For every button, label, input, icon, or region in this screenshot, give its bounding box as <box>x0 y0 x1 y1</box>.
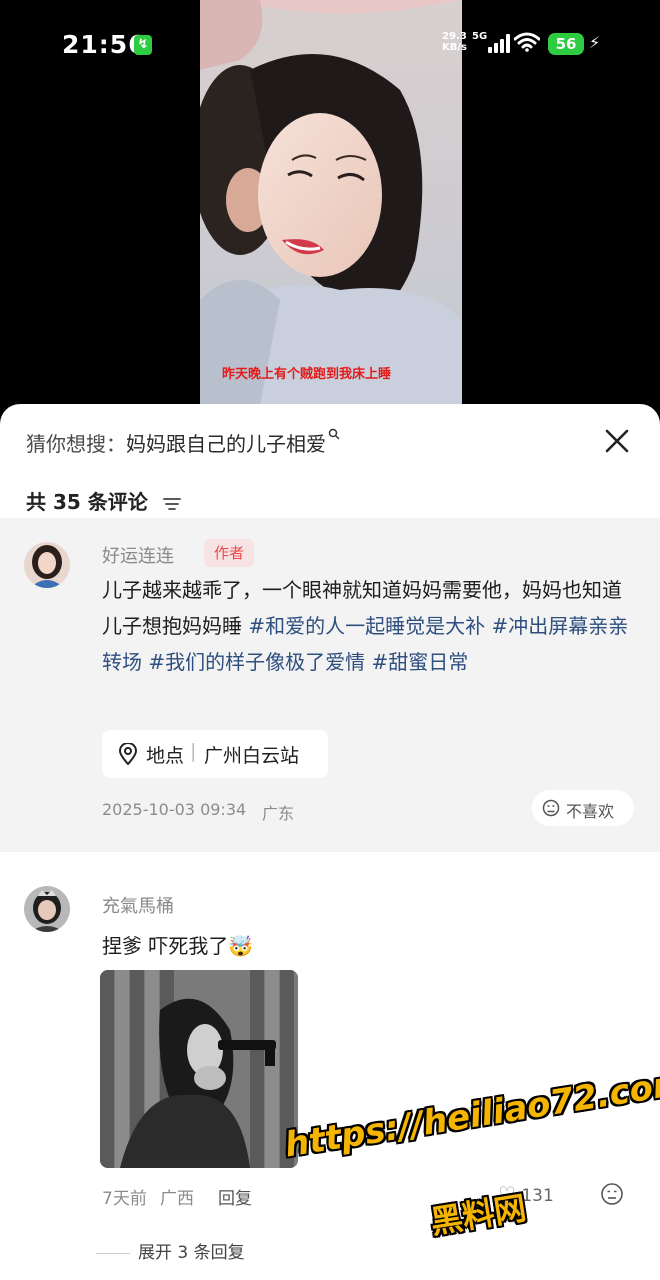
author-badge: 作者 <box>204 539 254 567</box>
comment-text: 捏爹 吓死我了🤯 <box>102 934 254 958</box>
location-pin-icon <box>118 743 138 765</box>
hashtag-link[interactable]: #和爱的人一起睡觉是大补 <box>248 614 491 638</box>
net-speed-unit: KB/s <box>442 42 467 53</box>
network-type: 5G <box>472 31 488 42</box>
location-label: 地点 <box>146 745 185 767</box>
bolt-icon: ⚡ <box>589 33 601 52</box>
comment-count-label: 共 35 条评论 <box>26 490 148 514</box>
comment-date: 2025-10-03 09:34 <box>102 800 247 819</box>
battery-level: 56 <box>548 33 584 55</box>
comment-image[interactable] <box>100 970 298 1168</box>
comment-region: 广东 <box>262 804 295 823</box>
reply-button[interactable]: 回复 <box>218 1184 252 1209</box>
expand-replies-label: 展开 3 条回复 <box>138 1243 245 1263</box>
hashtag-link[interactable]: #甜蜜日常 <box>371 650 468 674</box>
signal-icon <box>488 33 510 53</box>
comment-count: 共 35 条评论 <box>26 486 181 515</box>
hashtag-link[interactable]: #我们的样子像极了爱情 <box>148 650 371 674</box>
search-icon <box>328 428 340 440</box>
location-divider: | <box>190 740 197 762</box>
status-bar: 21:56 ↯ 29.3 KB/s 5G 56 ⚡ <box>0 0 660 90</box>
like-count: 131 <box>521 1186 554 1206</box>
video-caption: 昨天晚上有个贼跑到我床上睡 <box>222 367 392 382</box>
comment-time: 7天前 <box>102 1189 147 1209</box>
network-speed: 29.3 KB/s <box>442 31 467 53</box>
close-icon[interactable] <box>602 426 632 456</box>
comment-username[interactable]: 好运连连 <box>102 542 174 568</box>
location-chip[interactable]: 地点 | 广州白云站 <box>102 730 328 778</box>
dislike-label: 不喜欢 <box>566 802 615 821</box>
suggested-search-query[interactable]: 妈妈跟自己的儿子相爱 <box>126 432 326 456</box>
net-speed-value: 29.3 <box>442 31 467 42</box>
frown-icon <box>542 799 560 817</box>
sort-icon[interactable] <box>162 497 181 511</box>
comment-username[interactable]: 充氣馬桶 <box>102 892 174 918</box>
expand-replies[interactable]: 展开 3 条回复 <box>96 1238 245 1263</box>
wifi-icon <box>514 32 540 52</box>
comment-text: 儿子越来越乖了，一个眼神就知道妈妈需要他，妈妈也知道儿子想抱妈妈睡 #和爱的人一… <box>102 572 630 680</box>
charging-indicator-icon: ↯ <box>134 35 152 55</box>
avatar[interactable] <box>24 542 70 588</box>
pinned-comment: 好运连连 作者 儿子越来越乖了，一个眼神就知道妈妈需要他，妈妈也知道儿子想抱妈妈… <box>0 518 660 852</box>
frown-icon[interactable] <box>600 1182 624 1206</box>
suggested-search-prefix: 猜你想搜： <box>26 432 126 456</box>
comment-region: 广西 <box>160 1189 194 1209</box>
suggested-search[interactable]: 猜你想搜：妈妈跟自己的儿子相爱 <box>26 428 340 457</box>
dislike-button[interactable]: 不喜欢 <box>532 790 634 826</box>
location-value: 广州白云站 <box>204 745 300 767</box>
avatar[interactable] <box>24 886 70 932</box>
expand-divider <box>96 1252 130 1254</box>
